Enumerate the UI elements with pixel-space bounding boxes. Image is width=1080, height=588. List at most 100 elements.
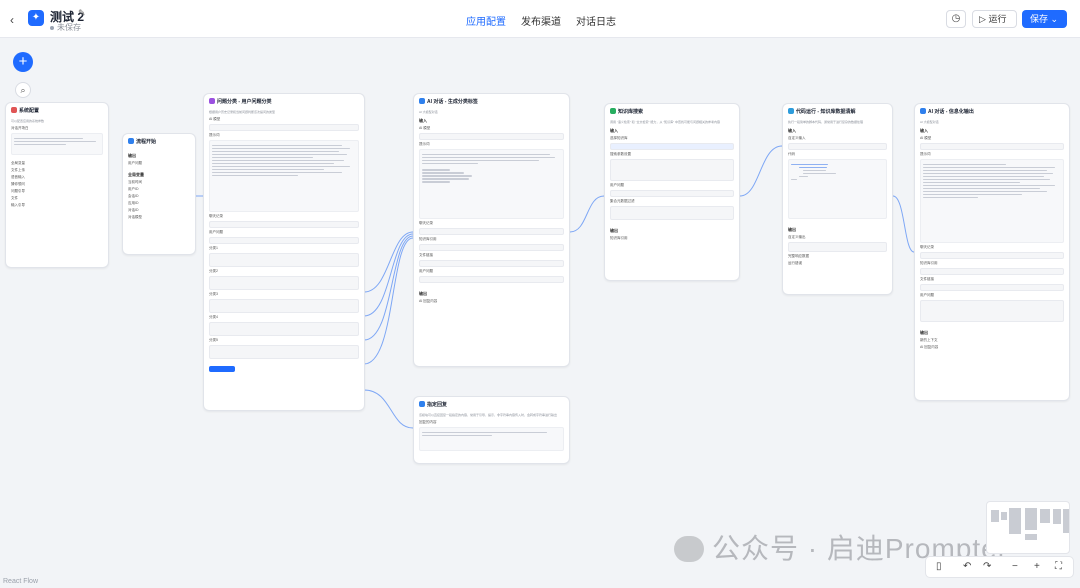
add-node-button[interactable]: + <box>13 52 33 72</box>
node-row: 选择知识库 <box>610 136 628 140</box>
node-row: 完整响应数据 <box>788 254 809 258</box>
custom-input-field[interactable] <box>788 143 887 150</box>
minimap[interactable] <box>986 501 1070 554</box>
zoom-in-icon[interactable]: + <box>1034 561 1040 572</box>
section-label: 输入 <box>788 128 796 133</box>
node-title-text: 流程开始 <box>136 139 157 145</box>
prompt-field[interactable] <box>419 149 564 219</box>
mouse-mode-icon[interactable]: ▯ <box>936 561 942 572</box>
class-4-field[interactable] <box>209 322 359 336</box>
search-node-button[interactable]: ⌕ <box>15 82 31 98</box>
node-row[interactable]: 猜你想问 <box>11 182 103 187</box>
user-question-field[interactable] <box>610 190 734 197</box>
canvas-toolbar: ▯ ↶ ↷ − + ⛶ <box>925 556 1074 578</box>
node-ai-chat-output[interactable]: AI 对话 - 信息化输出 AI 大模型对话 输入 AI 模型 提示词 聊天记录… <box>914 103 1070 401</box>
node-title-text: 知识库搜索 <box>618 109 644 115</box>
code-editor[interactable] <box>788 159 887 219</box>
classify-icon <box>209 98 215 104</box>
model-select[interactable] <box>920 143 1064 150</box>
history-field[interactable] <box>209 221 359 228</box>
add-class-button[interactable] <box>209 366 235 372</box>
model-select[interactable] <box>209 124 359 131</box>
history-field[interactable] <box>920 252 1064 259</box>
node-row: AI 模型 <box>209 117 221 121</box>
node-row[interactable]: 输入引导 <box>11 203 103 208</box>
node-row: 会话ID <box>128 194 139 198</box>
welcome-text-field[interactable] <box>11 133 103 155</box>
knowledge-select[interactable] <box>610 143 734 150</box>
node-code-run[interactable]: 代码运行 - 知识库数据清解 执行一段简单的脚本代码，通常用于进行复杂的数据处理… <box>782 103 893 295</box>
knowledge-ref-field[interactable] <box>419 244 564 251</box>
metadata-filter-field[interactable] <box>610 206 734 220</box>
node-row: 聊天记录 <box>419 221 433 225</box>
node-title-text: 指定回复 <box>427 402 448 408</box>
node-row[interactable]: 语音输入 <box>11 175 103 180</box>
user-question-field[interactable] <box>419 276 564 283</box>
node-row: 集合元数据过滤 <box>610 199 635 203</box>
node-title-text: 代码运行 - 知识库数据清解 <box>796 109 856 115</box>
user-question-field[interactable] <box>209 237 359 244</box>
zoom-out-icon[interactable]: − <box>1012 561 1018 572</box>
class-1-field[interactable] <box>209 253 359 267</box>
undo-icon[interactable]: ↶ <box>963 561 971 572</box>
node-desc: 可以配置应用的系统参数 <box>11 119 45 123</box>
section-label: 输出 <box>610 228 618 233</box>
reply-content-field[interactable] <box>419 427 564 451</box>
node-row: 用户问题 <box>209 230 223 234</box>
node-row: 自定义输出 <box>788 235 806 239</box>
node-row: 提示词 <box>920 152 931 156</box>
fit-view-icon[interactable]: ⛶ <box>1055 561 1062 572</box>
class-2-field[interactable] <box>209 276 359 290</box>
wechat-logo-icon <box>674 536 704 562</box>
node-row: 文件链接 <box>920 277 934 281</box>
section-label: 输入 <box>419 118 427 123</box>
file-link-field[interactable] <box>419 260 564 267</box>
node-row[interactable]: 文件 <box>11 196 103 201</box>
user-question-field[interactable] <box>920 300 1064 322</box>
react-flow-attribution[interactable]: React Flow <box>3 578 38 585</box>
node-title-text: 问题分类 - 用户问题分类 <box>217 99 272 105</box>
node-row: AI 模型 <box>419 126 431 130</box>
node-row: 分类5 <box>209 338 218 342</box>
settings-icon <box>11 107 17 113</box>
node-question-classify[interactable]: 问题分类 - 用户问题分类 根据用户历史记录和当前问题判断该次提问的类型 AI … <box>203 93 365 411</box>
node-row[interactable]: 文件上传 <box>11 168 103 173</box>
node-row: 用户问题 <box>128 161 142 165</box>
prompt-field[interactable] <box>920 159 1064 243</box>
node-row: AI 回复内容 <box>920 345 939 349</box>
node-row[interactable]: 全局变量 <box>11 161 103 166</box>
history-field[interactable] <box>419 228 564 235</box>
node-row: 应用ID <box>128 201 139 205</box>
node-desc: 该模块可以直接回复一段指定的内容，常用于引导、提示，非字符串内容传入时，会转成字… <box>419 413 558 417</box>
node-row: 回复的内容 <box>419 420 437 424</box>
node-desc: 执行一段简单的脚本代码，通常用于进行复杂的数据处理 <box>788 120 864 124</box>
class-3-field[interactable] <box>209 299 359 313</box>
database-icon <box>610 108 616 114</box>
class-5-field[interactable] <box>209 345 359 359</box>
node-ai-chat-classify[interactable]: AI 对话 - 生成分类标签 AI 大模型对话 输入 AI 模型 提示词 聊天记… <box>413 93 570 367</box>
node-row: 分类1 <box>209 246 218 250</box>
section-label: 输出 <box>419 291 427 296</box>
node-title: AI 对话 - 信息化输出 <box>915 104 1069 120</box>
model-select[interactable] <box>419 133 564 140</box>
file-link-field[interactable] <box>920 284 1064 291</box>
node-flow-start[interactable]: 流程开始 输出 用户问题 全局变量 当前时间 用户ID 会话ID 应用ID 对话… <box>122 133 196 255</box>
section-label: 输出 <box>920 330 928 335</box>
redo-icon[interactable]: ↷ <box>983 561 991 572</box>
search-params-table[interactable] <box>610 159 734 181</box>
section-label: 输入 <box>920 128 928 133</box>
node-knowledge-search[interactable]: 知识库搜索 调用 “语义检索” 和 “全文检索” 能力，从 “知识库” 中查找可… <box>604 103 740 281</box>
knowledge-ref-field[interactable] <box>920 268 1064 275</box>
node-row: 自定义输入 <box>788 136 806 140</box>
node-row: 知识库引用 <box>419 237 437 241</box>
prompt-field[interactable] <box>209 140 359 212</box>
node-desc: AI 大模型对话 <box>920 120 939 124</box>
node-row: AI 模型 <box>920 136 932 140</box>
custom-output-field[interactable] <box>788 242 887 252</box>
node-row[interactable]: 问题引导 <box>11 189 103 194</box>
node-system-config[interactable]: 系统配置 可以配置应用的系统参数 对话开场白 全局变量 文件上传 语音输入 猜你… <box>5 102 109 268</box>
node-row: 提示词 <box>419 142 430 146</box>
node-specified-reply[interactable]: 指定回复 该模块可以直接回复一段指定的内容，常用于引导、提示，非字符串内容传入时… <box>413 396 570 464</box>
node-title-text: 系统配置 <box>19 108 40 114</box>
node-row: 新的上下文 <box>920 338 938 342</box>
